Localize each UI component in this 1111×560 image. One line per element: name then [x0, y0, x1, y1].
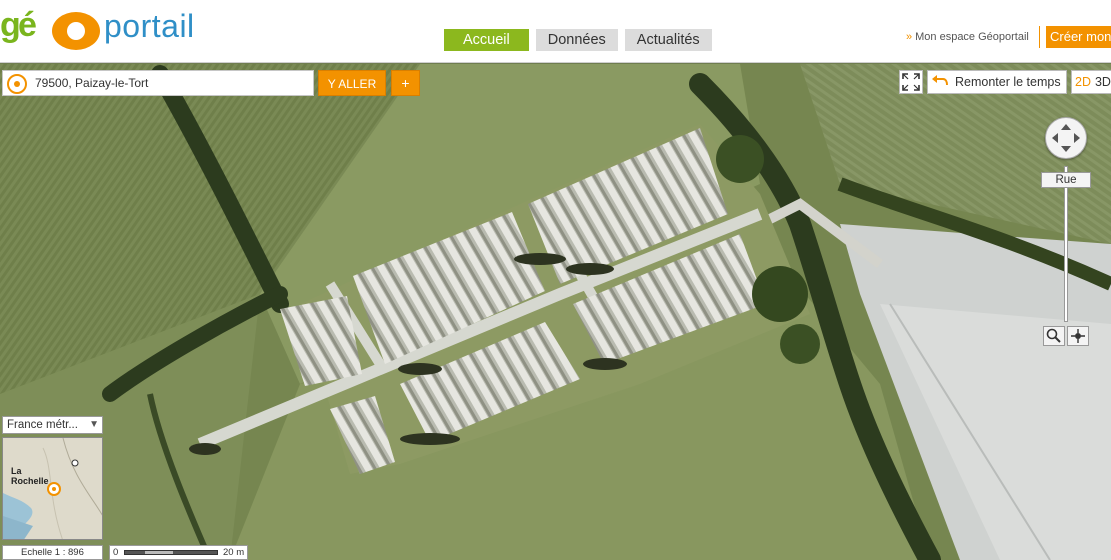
remonter-label: Remonter le temps: [955, 75, 1061, 89]
mode-2d-button[interactable]: 2D: [1075, 75, 1091, 89]
mon-espace-label: Mon espace Géoportail: [915, 31, 1029, 43]
main-nav: Accueil Données Actualités: [444, 29, 712, 51]
territory-value: France métr...: [7, 419, 78, 431]
geolocate-button[interactable]: [1067, 326, 1089, 346]
aerial-imagery: [0, 64, 1111, 560]
scale-length: 20 m: [223, 547, 245, 558]
scale-bar-graphic: [124, 550, 218, 555]
map-view[interactable]: [0, 64, 1111, 560]
geoportail-logo[interactable]: g é portail: [0, 4, 215, 50]
logo-text-portail: portail: [104, 8, 195, 44]
pan-arrows-icon: [1052, 124, 1080, 152]
zoom-slider[interactable]: [1064, 166, 1068, 322]
tab-actualites[interactable]: Actualités: [624, 29, 712, 51]
locate-target-icon[interactable]: [7, 74, 27, 94]
chevron-down-icon: ▼: [89, 419, 99, 430]
pan-compass[interactable]: [1045, 117, 1087, 159]
zoom-box-button[interactable]: [1043, 326, 1065, 346]
raquo-icon: »: [906, 31, 913, 43]
remonter-le-temps-button[interactable]: Remonter le temps: [927, 70, 1067, 94]
territory-select[interactable]: France métr... ▼: [2, 416, 103, 434]
logo-o-shape: [52, 12, 100, 50]
creer-compte-button[interactable]: Créer mon: [1046, 26, 1111, 48]
scale-zero: 0: [113, 547, 119, 558]
search-bar: [2, 70, 314, 96]
tab-accueil[interactable]: Accueil: [444, 29, 529, 51]
overview-imagery: [3, 438, 102, 539]
overview-city-label: La Rochelle: [11, 466, 49, 486]
crosshair-icon: [1071, 329, 1085, 343]
header-divider: [1039, 26, 1040, 48]
magnifier-icon: [1046, 328, 1061, 343]
tab-donnees[interactable]: Données: [535, 29, 618, 51]
scale-ratio: Echelle 1 : 896: [2, 545, 103, 560]
search-input[interactable]: [35, 74, 305, 92]
overview-map[interactable]: La Rochelle: [2, 437, 103, 540]
mode-3d-button[interactable]: 3D: [1095, 75, 1111, 89]
fullscreen-icon: [902, 73, 920, 91]
header: g é portail Accueil Données Actualités »…: [0, 0, 1111, 63]
view-mode-toggle: 2D 3D: [1071, 70, 1111, 94]
undo-arrow-icon: [932, 75, 948, 86]
more-search-button[interactable]: +: [391, 70, 420, 96]
logo-text-e: é: [18, 6, 37, 44]
scale-bar: 0 20 m: [109, 545, 248, 560]
mon-espace-link[interactable]: » Mon espace Géoportail: [906, 31, 1029, 43]
fullscreen-button[interactable]: [899, 70, 923, 94]
go-button[interactable]: Y ALLER: [318, 70, 386, 96]
zoom-level-rue[interactable]: Rue: [1041, 172, 1091, 188]
